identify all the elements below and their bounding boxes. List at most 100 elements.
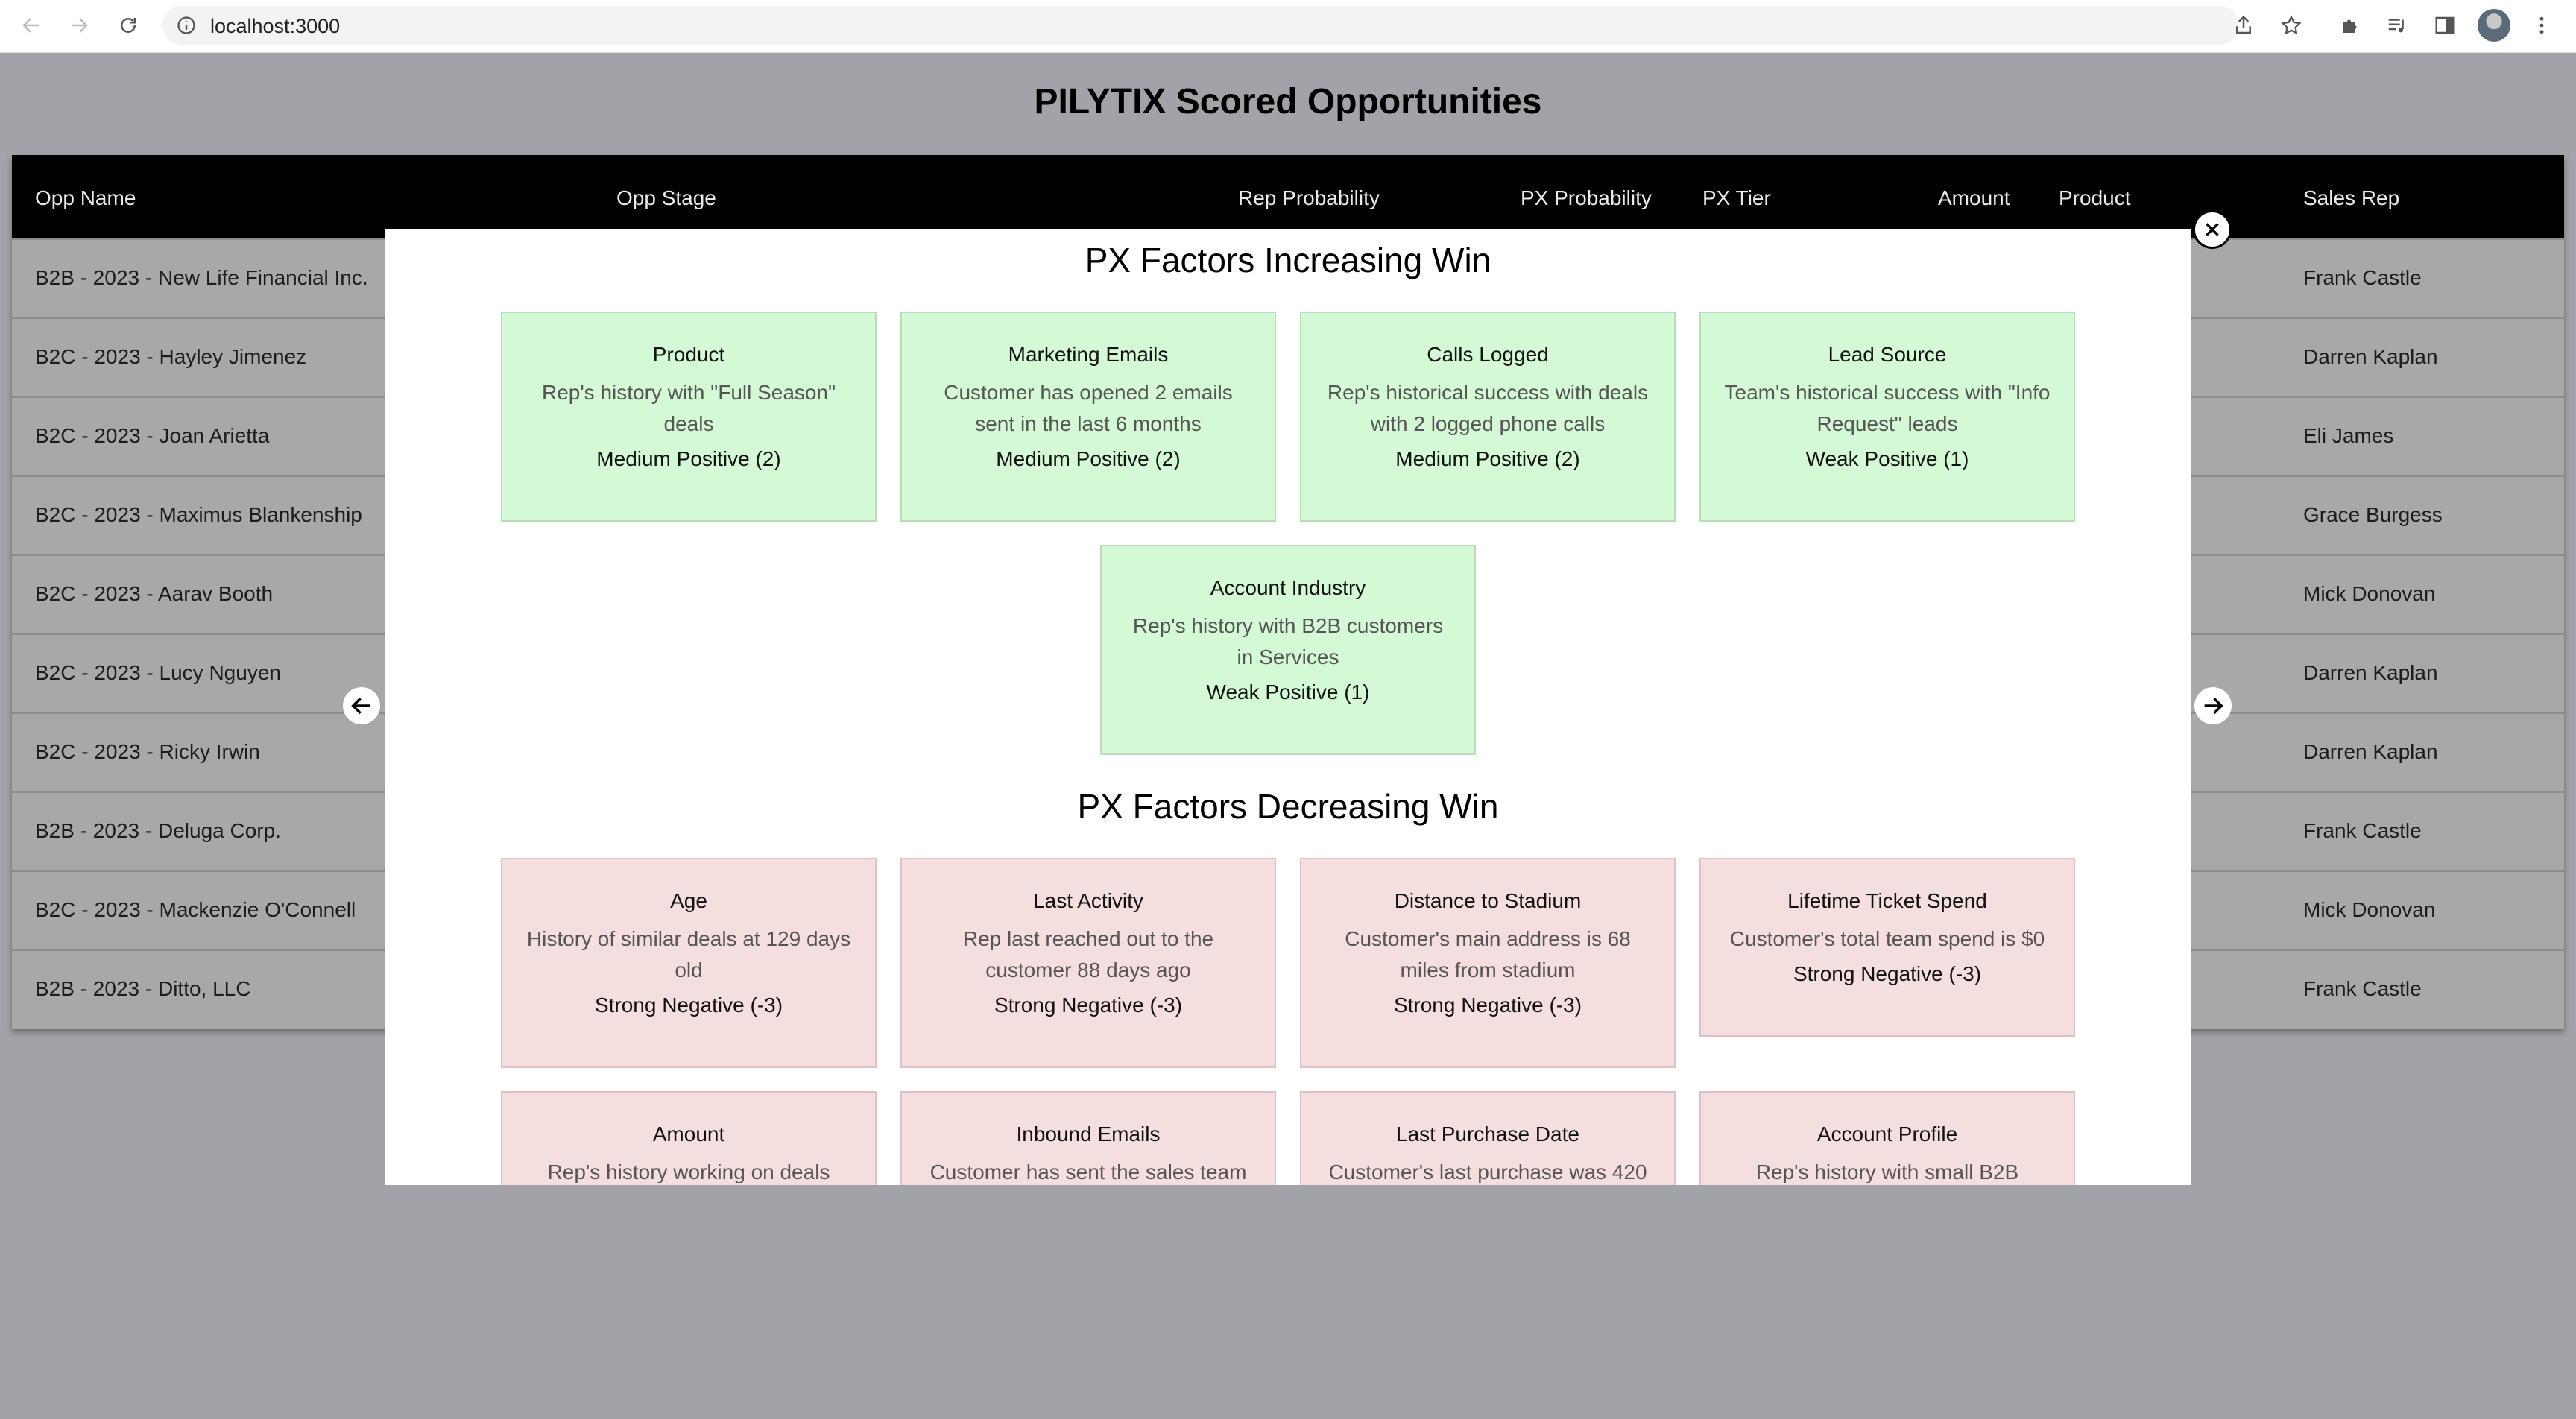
reload-icon bbox=[121, 18, 136, 33]
opp-name-cell: B2C - 2023 - Ricky Irwin bbox=[35, 740, 260, 763]
factor-card: Account Industry Rep's history with B2B … bbox=[1100, 545, 1476, 755]
factor-score: Strong Negative (-3) bbox=[994, 993, 1183, 1017]
factor-description: Customer has opened 2 emails sent in the… bbox=[944, 381, 1233, 435]
factor-name: Account Industry bbox=[1210, 576, 1366, 599]
sales-rep-cell: Frank Castle bbox=[2303, 977, 2422, 1000]
factor-description: Customer's main address is 68 miles from… bbox=[1345, 927, 1631, 982]
factor-name: Last Purchase Date bbox=[1396, 1122, 1579, 1145]
sales-rep-cell: Frank Castle bbox=[2303, 819, 2422, 842]
factor-card: Lead Source Team's historical success wi… bbox=[1699, 312, 2075, 522]
sales-rep-cell: Frank Castle bbox=[2303, 266, 2422, 289]
sales-rep-cell: Mick Donovan bbox=[2303, 582, 2436, 605]
factor-description: History of similar deals at 129 days old bbox=[526, 927, 851, 982]
sales-rep-cell: Eli James bbox=[2303, 424, 2394, 447]
table-header: Opp Name Opp Stage Rep Probability PX Pr… bbox=[12, 155, 2564, 238]
factor-card: Inbound Emails Customer has sent the sal… bbox=[900, 1091, 1276, 1185]
sales-rep-cell: Darren Kaplan bbox=[2303, 740, 2438, 763]
factor-card: Calls Logged Rep's historical success wi… bbox=[1300, 312, 1676, 522]
factor-description: Rep's history with small B2B bbox=[1755, 1160, 2019, 1183]
arrow-left-icon bbox=[351, 697, 370, 715]
factor-name: Lead Source bbox=[1828, 343, 1947, 366]
extensions-button[interactable] bbox=[2334, 9, 2367, 42]
factor-name: Calls Logged bbox=[1427, 343, 1549, 366]
col-px-probability[interactable]: PX Probability bbox=[1521, 186, 1652, 210]
arrow-right-icon bbox=[2204, 697, 2223, 715]
col-opp-name[interactable]: Opp Name bbox=[35, 186, 136, 210]
arrow-left-icon bbox=[22, 18, 39, 33]
col-sales-rep[interactable]: Sales Rep bbox=[2303, 186, 2399, 210]
url-text: localhost:3000 bbox=[210, 15, 341, 37]
info-icon bbox=[177, 16, 195, 34]
previous-opportunity-button[interactable] bbox=[343, 687, 380, 724]
opp-name-cell: B2C - 2023 - Maximus Blankenship bbox=[35, 503, 362, 526]
factor-name: Distance to Stadium bbox=[1394, 889, 1582, 912]
puzzle-icon bbox=[2343, 19, 2357, 33]
menu-button[interactable] bbox=[2525, 9, 2558, 42]
side-panel-button[interactable] bbox=[2428, 9, 2461, 42]
factor-name: Amount bbox=[652, 1122, 725, 1145]
col-px-tier[interactable]: PX Tier bbox=[1702, 186, 1771, 210]
factor-description: Rep's history working on deals bbox=[547, 1160, 830, 1183]
factor-card: Last Activity Rep last reached out to th… bbox=[900, 858, 1276, 1068]
address-bar[interactable]: localhost:3000 bbox=[162, 6, 2239, 45]
sales-rep-cell: Darren Kaplan bbox=[2303, 345, 2438, 368]
factor-score: Medium Positive (2) bbox=[596, 447, 781, 470]
close-icon bbox=[2206, 223, 2219, 236]
factor-card: Last Purchase Date Customer's last purch… bbox=[1300, 1091, 1676, 1185]
factor-score: Weak Positive (1) bbox=[1805, 447, 1969, 470]
opp-name-cell: B2C - 2023 - Mackenzie O'Connell bbox=[35, 898, 356, 921]
factor-name: Age bbox=[670, 889, 707, 912]
col-amount[interactable]: Amount bbox=[1938, 186, 2010, 210]
factor-description: Customer's total team spend is $0 bbox=[1729, 927, 2045, 950]
factor-name: Marketing Emails bbox=[1008, 343, 1169, 366]
factor-score: Weak Positive (1) bbox=[1206, 680, 1370, 704]
factor-card: Product Rep's history with "Full Season"… bbox=[501, 312, 877, 522]
factor-name: Product bbox=[652, 343, 725, 366]
share-icon bbox=[2236, 15, 2251, 34]
bookmark-button[interactable] bbox=[2275, 9, 2308, 42]
factor-description: Rep's historical success with deals with… bbox=[1327, 381, 1649, 435]
forward-button[interactable] bbox=[61, 7, 97, 43]
factor-name: Lifetime Ticket Spend bbox=[1787, 889, 1987, 912]
reload-button[interactable] bbox=[110, 7, 146, 43]
media-button[interactable] bbox=[2381, 9, 2414, 42]
opp-name-cell: B2C - 2023 - Hayley Jimenez bbox=[35, 345, 307, 368]
playlist-icon bbox=[2388, 19, 2404, 33]
factor-score: Strong Negative (-3) bbox=[594, 993, 783, 1017]
next-opportunity-button[interactable] bbox=[2194, 687, 2232, 724]
col-opp-stage[interactable]: Opp Stage bbox=[616, 186, 716, 210]
increasing-win-title: PX Factors Increasing Win bbox=[1085, 241, 1491, 279]
factor-score: Strong Negative (-3) bbox=[1393, 993, 1582, 1017]
share-button[interactable] bbox=[2227, 9, 2260, 42]
factor-card: Age History of similar deals at 129 days… bbox=[501, 858, 877, 1068]
factor-name: Last Activity bbox=[1033, 889, 1143, 912]
factor-description: Customer's last purchase was 420 bbox=[1328, 1160, 1647, 1183]
kebab-menu-icon bbox=[2539, 16, 2544, 34]
sales-rep-cell: Darren Kaplan bbox=[2303, 661, 2438, 684]
profile-avatar[interactable] bbox=[2478, 9, 2510, 42]
col-product[interactable]: Product bbox=[2059, 186, 2131, 210]
side-panel-icon bbox=[2435, 16, 2455, 34]
opp-name-cell: B2B - 2023 - New Life Financial Inc. bbox=[35, 266, 368, 289]
factor-description: Rep's history with "Full Season" deals bbox=[541, 381, 836, 435]
back-button[interactable] bbox=[13, 7, 49, 43]
decreasing-win-title: PX Factors Decreasing Win bbox=[1077, 787, 1499, 826]
factor-card: Amount Rep's history working on deals bbox=[501, 1091, 877, 1185]
opp-name-cell: B2C - 2023 - Joan Arietta bbox=[35, 424, 270, 447]
factor-card: Marketing Emails Customer has opened 2 e… bbox=[900, 312, 1276, 522]
px-factors-modal: PX Factors Increasing Win Product Rep's … bbox=[385, 229, 2191, 1185]
col-rep-probability[interactable]: Rep Probability bbox=[1238, 186, 1380, 210]
sales-rep-cell: Grace Burgess bbox=[2303, 503, 2443, 526]
factor-name: Inbound Emails bbox=[1016, 1122, 1161, 1145]
browser-toolbar: localhost:3000 bbox=[0, 0, 2576, 53]
factor-score: Strong Negative (-3) bbox=[1793, 962, 1982, 985]
opp-name-cell: B2B - 2023 - Ditto, LLC bbox=[35, 977, 251, 1000]
opp-name-cell: B2C - 2023 - Aarav Booth bbox=[35, 582, 274, 605]
close-modal-button[interactable] bbox=[2193, 210, 2232, 249]
sales-rep-cell: Mick Donovan bbox=[2303, 898, 2436, 921]
factor-card: Lifetime Ticket Spend Customer's total t… bbox=[1699, 858, 2075, 1037]
factor-description: Rep last reached out to the customer 88 … bbox=[962, 927, 1214, 982]
factor-description: Rep's history with B2B customers in Serv… bbox=[1132, 614, 1444, 669]
arrow-right-icon bbox=[72, 18, 88, 33]
star-icon bbox=[2281, 15, 2302, 35]
